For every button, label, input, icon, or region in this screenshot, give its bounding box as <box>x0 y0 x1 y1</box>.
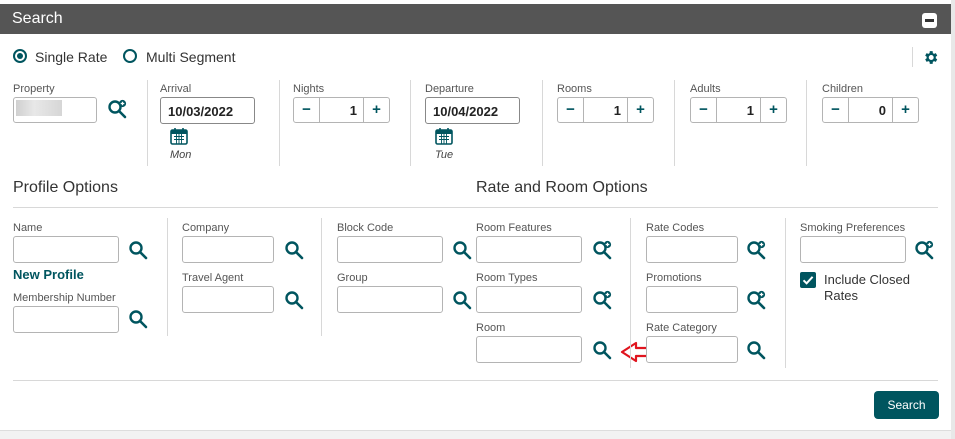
children-increment-button[interactable]: + <box>892 98 918 122</box>
room-label: Room <box>476 322 506 334</box>
arrival-label: Arrival <box>160 83 192 95</box>
promotions-label: Promotions <box>646 272 702 284</box>
single-rate-radio[interactable] <box>13 49 27 63</box>
include-closed-rates-label[interactable]: Include Closed <box>824 272 910 287</box>
search-icon[interactable] <box>452 240 472 260</box>
search-plus-icon[interactable] <box>592 290 612 310</box>
children-value[interactable]: 0 <box>879 103 886 118</box>
room-input[interactable] <box>476 336 582 363</box>
search-icon[interactable] <box>128 309 148 329</box>
nights-decrement-button[interactable]: − <box>294 98 320 122</box>
search-icon[interactable] <box>592 340 612 360</box>
nights-stepper[interactable]: − 1 + <box>293 97 390 123</box>
collapse-icon[interactable] <box>922 13 937 28</box>
travel-agent-input[interactable] <box>182 286 274 313</box>
rooms-value[interactable]: 1 <box>614 103 621 118</box>
search-plus-icon[interactable] <box>746 240 766 260</box>
nights-value[interactable]: 1 <box>350 103 357 118</box>
departure-day: Tue <box>435 149 454 161</box>
room-features-label: Room Features <box>476 222 552 234</box>
search-icon[interactable] <box>128 240 148 260</box>
adults-label: Adults <box>690 83 721 95</box>
multi-segment-radio[interactable] <box>123 49 137 63</box>
calendar-icon[interactable] <box>435 127 453 145</box>
search-icon[interactable] <box>746 340 766 360</box>
rate-category-input[interactable] <box>646 336 738 363</box>
calendar-icon[interactable] <box>170 127 188 145</box>
group-input[interactable] <box>337 286 443 313</box>
property-value-redacted <box>16 100 62 116</box>
resize-handle[interactable] <box>0 430 951 439</box>
travel-agent-label: Travel Agent <box>182 272 244 284</box>
include-closed-rates-label-line2[interactable]: Rates <box>824 288 858 303</box>
name-label: Name <box>13 222 43 234</box>
rooms-label: Rooms <box>557 83 592 95</box>
smoking-preferences-label: Smoking Preferences <box>800 222 906 234</box>
children-decrement-button[interactable]: − <box>823 98 849 122</box>
new-profile-link[interactable]: New Profile <box>13 267 84 282</box>
arrival-date-input[interactable]: 10/03/2022 <box>160 97 255 124</box>
rate-room-options-heading: Rate and Room Options <box>476 179 648 196</box>
nights-label: Nights <box>293 83 325 95</box>
single-rate-label[interactable]: Single Rate <box>35 49 107 65</box>
include-closed-rates-checkbox[interactable] <box>800 272 816 288</box>
search-icon[interactable] <box>284 290 304 310</box>
promotions-input[interactable] <box>646 286 738 313</box>
arrival-day: Mon <box>170 149 192 161</box>
search-plus-icon[interactable] <box>107 99 127 119</box>
panel-title: Search <box>12 10 63 27</box>
company-label: Company <box>182 222 230 234</box>
scrollbar[interactable] <box>951 0 955 439</box>
adults-value[interactable]: 1 <box>747 103 754 118</box>
panel-header: Search <box>0 4 951 34</box>
company-input[interactable] <box>182 236 274 263</box>
room-types-input[interactable] <box>476 286 582 313</box>
membership-number-input[interactable] <box>13 306 119 333</box>
group-label: Group <box>337 272 368 284</box>
rooms-increment-button[interactable]: + <box>627 98 653 122</box>
checkmark-icon <box>802 276 814 285</box>
children-stepper[interactable]: − 0 + <box>822 97 919 123</box>
name-input[interactable] <box>13 236 119 263</box>
rooms-decrement-button[interactable]: − <box>558 98 584 122</box>
block-code-input[interactable] <box>337 236 443 263</box>
search-button[interactable]: Search <box>874 391 939 419</box>
property-label: Property <box>13 83 55 95</box>
departure-label: Departure <box>425 83 474 95</box>
rooms-stepper[interactable]: − 1 + <box>557 97 654 123</box>
search-icon[interactable] <box>452 290 472 310</box>
profile-options-heading: Profile Options <box>13 179 118 196</box>
gear-icon[interactable] <box>922 49 939 66</box>
smoking-preferences-input[interactable] <box>800 236 906 263</box>
adults-decrement-button[interactable]: − <box>691 98 717 122</box>
multi-segment-label[interactable]: Multi Segment <box>146 49 235 65</box>
room-types-label: Room Types <box>476 272 538 284</box>
rate-codes-input[interactable] <box>646 236 738 263</box>
search-plus-icon[interactable] <box>746 290 766 310</box>
rate-codes-label: Rate Codes <box>646 222 705 234</box>
nights-increment-button[interactable]: + <box>363 98 389 122</box>
adults-stepper[interactable]: − 1 + <box>690 97 787 123</box>
departure-date-input[interactable]: 10/04/2022 <box>425 97 520 124</box>
membership-number-label: Membership Number <box>13 292 116 304</box>
search-icon[interactable] <box>284 240 304 260</box>
room-features-input[interactable] <box>476 236 582 263</box>
search-plus-icon[interactable] <box>914 240 934 260</box>
children-label: Children <box>822 83 863 95</box>
divider <box>912 47 913 67</box>
search-plus-icon[interactable] <box>592 240 612 260</box>
block-code-label: Block Code <box>337 222 394 234</box>
adults-increment-button[interactable]: + <box>760 98 786 122</box>
rate-category-label: Rate Category <box>646 322 717 334</box>
